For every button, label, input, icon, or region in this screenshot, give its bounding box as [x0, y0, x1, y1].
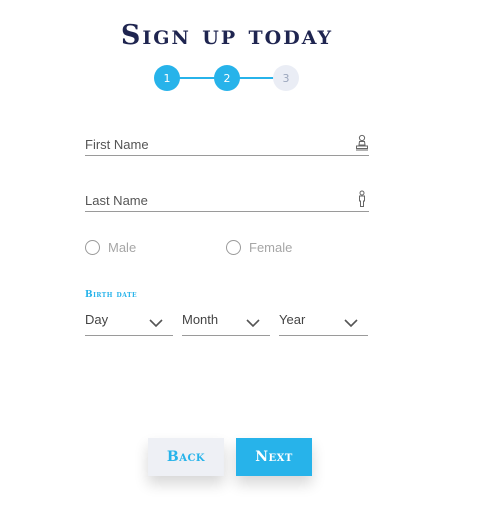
female-label: Female: [249, 240, 293, 255]
last-name-field: [85, 190, 369, 212]
gender-male-option[interactable]: Male: [85, 240, 136, 255]
chevron-down-icon: [246, 313, 260, 328]
person-standing-icon: [355, 190, 369, 208]
month-select[interactable]: Month: [182, 308, 270, 336]
chevron-down-icon: [344, 313, 358, 328]
year-select-value: Year: [279, 312, 306, 327]
progress-stepper: 1 2 3: [154, 65, 300, 91]
next-button[interactable]: Next: [236, 438, 312, 476]
day-select-value: Day: [85, 312, 109, 327]
page-title: Sign up today: [120, 20, 334, 51]
step-3-indicator[interactable]: 3: [273, 65, 299, 91]
first-name-input[interactable]: [85, 134, 345, 154]
step-2-indicator[interactable]: 2: [214, 65, 240, 91]
chevron-down-icon: [149, 313, 163, 328]
year-select[interactable]: Year: [279, 308, 368, 336]
step-connector: [179, 77, 215, 79]
male-label: Male: [108, 240, 137, 255]
person-bust-icon: [355, 134, 369, 152]
step-connector: [239, 77, 274, 79]
last-name-input[interactable]: [85, 190, 345, 210]
step-1-indicator[interactable]: 1: [154, 65, 180, 91]
back-button[interactable]: Back: [148, 438, 224, 476]
birth-date-label: Birth date: [85, 290, 138, 300]
female-radio[interactable]: [226, 240, 241, 255]
month-select-value: Month: [182, 312, 219, 327]
day-select[interactable]: Day: [85, 308, 173, 336]
first-name-field: [85, 134, 369, 156]
gender-female-option[interactable]: Female: [226, 240, 292, 255]
male-radio[interactable]: [85, 240, 100, 255]
